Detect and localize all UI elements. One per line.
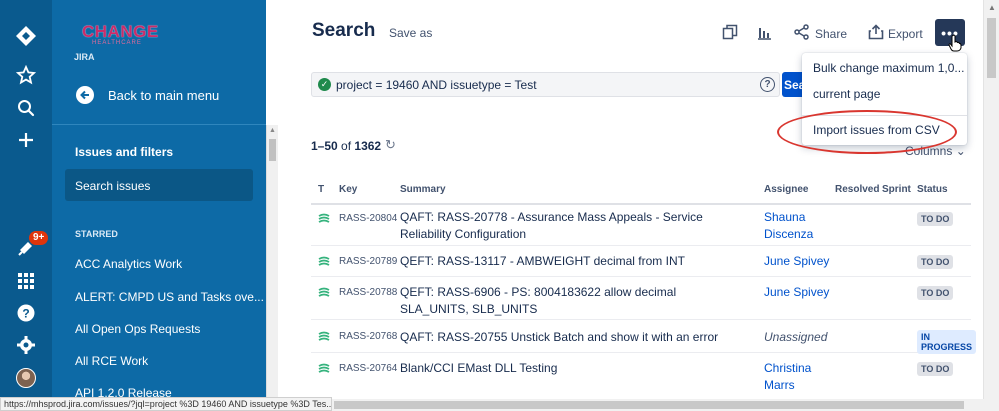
notification-count-badge: 9+ <box>29 231 49 245</box>
copy-view-icon[interactable] <box>722 24 738 40</box>
table-row[interactable]: RASS-20764 Blank/CCI EMast DLL Testing C… <box>311 355 971 397</box>
assignee-link[interactable]: Shauna Discenza <box>764 209 834 243</box>
result-count: 1–50 of 1362 <box>311 139 381 153</box>
test-issue-type-icon <box>318 213 330 223</box>
table-row[interactable]: RASS-20789 QEFT: RASS-13117 - AMBWEIGHT … <box>311 248 971 277</box>
annotation-highlight-ellipse <box>777 110 957 154</box>
sidebar-item-search-issues[interactable]: Search issues <box>75 179 150 193</box>
browser-status-url: https://mhsprod.jira.com/issues/?jql=pro… <box>0 397 332 411</box>
issue-summary-link[interactable]: Blank/CCI EMast DLL Testing <box>400 360 745 377</box>
project-sidebar: CHANGE HEALTHCARE JIRA Back to main menu… <box>52 0 266 411</box>
column-header-status[interactable]: Status <box>917 184 948 195</box>
table-header: T Key Summary Assignee Resolved Sprint S… <box>311 183 971 205</box>
table-row[interactable]: RASS-20788 QEFT: RASS-6906 - PS: 8004183… <box>311 279 971 320</box>
sidebar-scroll-thumb[interactable] <box>269 139 276 161</box>
jql-query-text: project = 19460 AND issuetype = Test <box>336 78 537 92</box>
status-badge: TO DO <box>917 362 954 376</box>
chevron-down-icon: ⌄ <box>955 144 966 158</box>
sidebar-divider <box>52 124 266 125</box>
project-label: JIRA <box>74 52 95 62</box>
share-button[interactable]: Share <box>815 27 847 41</box>
jql-search-input[interactable]: ✓ project = 19460 AND issuetype = Test ? <box>311 72 780 97</box>
result-of: of <box>341 139 352 153</box>
scroll-up-arrow-icon[interactable]: ▲ <box>988 3 996 12</box>
share-icon[interactable] <box>794 24 810 40</box>
result-total: 1362 <box>354 139 382 153</box>
starred-section-label: STARRED <box>75 229 118 239</box>
status-badge: TO DO <box>917 255 954 269</box>
column-header-summary[interactable]: Summary <box>400 184 446 195</box>
sidebar-item-issues-and-filters[interactable]: Issues and filters <box>75 145 173 159</box>
assignee-link[interactable]: Christina Marrs <box>764 360 834 394</box>
assignee-link[interactable]: June Spivey <box>764 284 844 301</box>
horizontal-scrollbar[interactable] <box>332 399 999 411</box>
refresh-icon[interactable]: ↻ <box>385 137 396 153</box>
back-to-main-menu-link[interactable]: Back to main menu <box>76 86 219 104</box>
issue-key-link[interactable]: RASS-20764 <box>339 363 397 374</box>
company-logo-subtitle: HEALTHCARE <box>92 40 142 46</box>
issue-summary-link[interactable]: QEFT: RASS-6906 - PS: 8004183622 allow d… <box>400 284 730 318</box>
global-nav-rail: 9+ ? <box>0 0 52 411</box>
create-plus-icon[interactable] <box>14 128 38 152</box>
menu-item-current-page[interactable]: current page <box>813 87 880 101</box>
star-icon[interactable] <box>14 63 38 87</box>
menu-item-bulk-change[interactable]: Bulk change maximum 1,0... <box>813 61 964 75</box>
jql-help-icon[interactable]: ? <box>760 77 775 92</box>
user-avatar[interactable] <box>16 368 36 388</box>
main-scroll-thumb[interactable] <box>987 18 996 78</box>
result-range: 1–50 <box>311 139 338 153</box>
issue-summary-link[interactable]: QAFT: RASS-20755 Unstick Batch and show … <box>400 329 745 346</box>
arrow-left-icon <box>76 86 94 104</box>
bar-chart-icon[interactable] <box>756 24 772 40</box>
issue-summary-link[interactable]: QAFT: RASS-20778 - Assurance Mass Appeal… <box>400 209 745 243</box>
test-issue-type-icon <box>318 287 330 297</box>
jira-logo-icon[interactable] <box>14 24 38 48</box>
test-issue-type-icon <box>318 331 330 341</box>
issue-key-link[interactable]: RASS-20789 <box>339 256 397 267</box>
help-icon[interactable]: ? <box>14 301 38 325</box>
page-title: Search <box>312 20 376 41</box>
main-content: Search Save as Share Export ••• ✓ projec… <box>278 0 999 411</box>
starred-item[interactable]: All Open Ops Requests <box>75 322 200 336</box>
main-scrollbar[interactable]: ▲ <box>983 0 999 411</box>
starred-item[interactable]: All RCE Work <box>75 354 148 368</box>
status-badge: TO DO <box>917 212 954 226</box>
valid-query-check-icon: ✓ <box>318 78 331 91</box>
search-icon[interactable] <box>14 96 38 120</box>
table-row[interactable]: RASS-20768 QAFT: RASS-20755 Unstick Batc… <box>311 322 976 354</box>
issue-key-link[interactable]: RASS-20768 <box>339 331 397 342</box>
test-issue-type-icon <box>318 256 330 266</box>
search-button[interactable]: Sea <box>782 72 804 97</box>
svg-text:?: ? <box>22 307 29 321</box>
assignee-link[interactable]: June Spivey <box>764 253 844 270</box>
horizontal-scroll-thumb[interactable] <box>334 401 964 409</box>
app-switcher-grid-icon[interactable] <box>14 269 38 293</box>
starred-item[interactable]: ALERT: CMPD US and Tasks ove... <box>75 290 264 304</box>
column-header-key[interactable]: Key <box>339 184 357 195</box>
issue-key-link[interactable]: RASS-20788 <box>339 287 397 298</box>
column-header-sprint[interactable]: Sprint <box>882 184 911 195</box>
assignee-unassigned: Unassigned <box>764 330 828 344</box>
back-to-main-menu-label: Back to main menu <box>108 87 220 103</box>
status-badge: IN PROGRESS <box>917 330 976 354</box>
company-logo: CHANGE <box>82 22 159 41</box>
save-as-button[interactable]: Save as <box>389 26 432 40</box>
issue-key-link[interactable]: RASS-20804 <box>339 213 397 224</box>
status-badge: TO DO <box>917 286 954 300</box>
test-issue-type-icon <box>318 363 330 373</box>
hand-cursor-icon <box>948 34 962 52</box>
export-icon[interactable] <box>868 24 884 40</box>
settings-gear-icon[interactable] <box>14 333 38 357</box>
export-button[interactable]: Export <box>888 27 923 41</box>
jira-window: 9+ ? CHANGE HEALTHCARE JIRA Back to main… <box>0 0 999 411</box>
table-row[interactable]: RASS-20804 QAFT: RASS-20778 - Assurance … <box>311 208 971 246</box>
column-header-resolved[interactable]: Resolved <box>835 184 879 195</box>
column-header-type[interactable]: T <box>318 184 324 195</box>
starred-item[interactable]: ACC Analytics Work <box>75 257 182 271</box>
column-header-assignee[interactable]: Assignee <box>764 184 808 195</box>
sidebar-scrollbar[interactable]: ▲ <box>266 125 278 411</box>
scroll-up-arrow-icon[interactable]: ▲ <box>269 127 276 134</box>
issue-summary-link[interactable]: QEFT: RASS-13117 - AMBWEIGHT decimal fro… <box>400 253 745 270</box>
